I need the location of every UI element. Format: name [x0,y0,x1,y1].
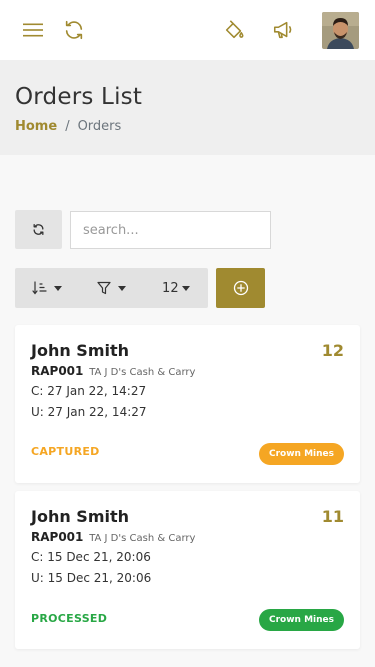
order-number: 11 [321,507,344,526]
page-header: Orders List Home / Orders [0,60,375,155]
page-size-value: 12 [162,280,179,296]
chevron-down-icon [117,285,126,291]
refresh-button[interactable] [15,210,62,249]
order-store-name: TA J D's Cash & Carry [89,367,196,378]
order-store-name: TA J D's Cash & Carry [89,533,196,544]
order-updated: U: 27 Jan 22, 14:27 [31,405,147,419]
order-store-code: RAP001 [31,364,84,378]
breadcrumb-home-link[interactable]: Home [15,119,57,134]
chevron-down-icon [181,285,190,291]
sort-icon [32,281,47,295]
order-store: RAP001 TA J D's Cash & Carry [31,530,195,544]
avatar[interactable] [322,12,359,49]
filter-dropdown[interactable] [79,268,143,308]
refresh-icon [33,223,44,236]
sync-icon[interactable] [62,14,86,46]
plus-circle-icon [233,280,248,296]
location-badge: Crown Mines [259,609,344,631]
page-title: Orders List [15,84,143,110]
order-customer-name: John Smith [31,341,130,360]
paint-bucket-icon[interactable] [222,14,246,46]
top-bar [0,0,375,60]
order-created: C: 27 Jan 22, 14:27 [31,384,147,398]
sort-dropdown[interactable] [15,268,79,308]
list-toolbar: 12 [15,268,208,308]
order-updated: U: 15 Dec 21, 20:06 [31,571,152,585]
breadcrumb: Home / Orders [15,119,121,134]
order-number: 12 [321,341,344,360]
add-order-button[interactable] [216,268,265,308]
megaphone-icon[interactable] [271,14,295,46]
page-size-dropdown[interactable]: 12 [144,268,208,308]
order-card[interactable]: John Smith 11 RAP001 TA J D's Cash & Car… [15,491,360,649]
order-card[interactable]: John Smith 12 RAP001 TA J D's Cash & Car… [15,325,360,483]
order-created: C: 15 Dec 21, 20:06 [31,550,151,564]
location-badge: Crown Mines [259,443,344,465]
breadcrumb-current: Orders [77,119,122,134]
order-status: PROCESSED [31,612,108,625]
order-status: CAPTURED [31,445,100,458]
chevron-down-icon [54,285,63,291]
menu-icon[interactable] [21,14,45,46]
order-store: RAP001 TA J D's Cash & Carry [31,364,195,378]
order-store-code: RAP001 [31,530,84,544]
search-input[interactable] [70,211,271,249]
filter-icon [97,281,111,295]
order-customer-name: John Smith [31,507,130,526]
breadcrumb-separator: / [65,119,70,134]
